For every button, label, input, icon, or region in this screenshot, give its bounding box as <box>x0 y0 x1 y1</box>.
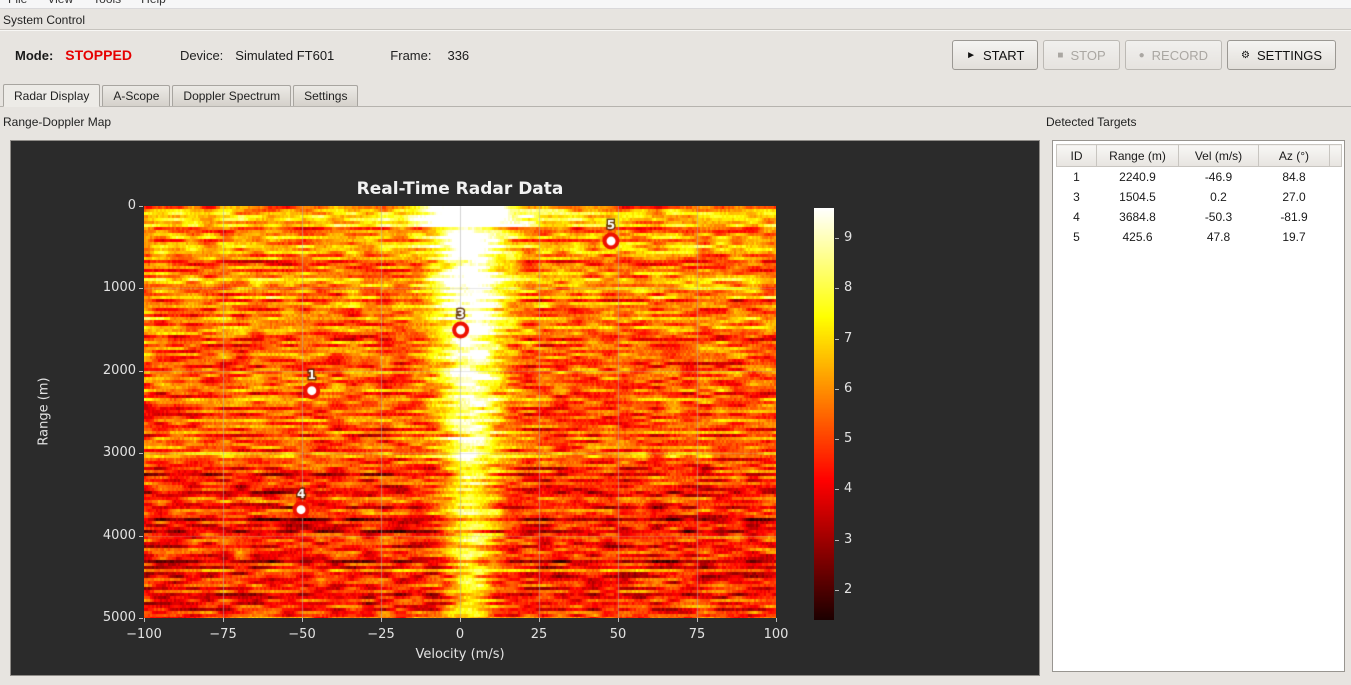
device-value: Simulated FT601 <box>235 47 335 63</box>
x-tick-label: −25 <box>367 627 395 642</box>
range-doppler-map-title: Range-Doppler Map <box>3 115 112 129</box>
menu-item-tools[interactable]: Tools <box>93 0 121 8</box>
x-tick-label: 75 <box>688 627 706 642</box>
colorbar-tick-label: 7 <box>844 330 853 346</box>
main-content: Real-Time Radar Data Velocity (m/s) Rang… <box>0 140 1351 676</box>
y-tick-mark <box>139 618 143 619</box>
tab-doppler-spectrum[interactable]: Doppler Spectrum <box>172 85 292 106</box>
menu-item-help[interactable]: Help <box>141 0 166 8</box>
colorbar-tick-label: 4 <box>844 481 853 497</box>
device-label: Device: <box>179 47 224 63</box>
detected-targets-table: ID Range (m) Vel (m/s) Az (°) 1 2240.9 -46… <box>1056 144 1342 247</box>
colorbar-tick-label: 6 <box>844 380 853 396</box>
mode-label: Mode: <box>15 47 54 63</box>
menu-item-view[interactable]: View <box>47 0 73 8</box>
colorbar-tick-mark <box>835 539 839 541</box>
tab-bar: Radar Display A-Scope Doppler Spectrum S… <box>0 79 1351 107</box>
range-doppler-heatmap <box>144 206 776 618</box>
system-control-group-title: System Control <box>3 13 86 27</box>
menu-bar: File View Tools Help <box>0 0 1351 9</box>
colorbar-tick-mark <box>835 589 839 591</box>
x-tick-mark <box>539 618 540 622</box>
colorbar-tick-mark <box>835 338 839 340</box>
y-tick-mark <box>139 288 143 290</box>
detected-targets-panel: ID Range (m) Vel (m/s) Az (°) 1 2240.9 -46… <box>1052 140 1345 672</box>
col-header-az[interactable]: Az (°) <box>1258 144 1330 167</box>
y-tick-mark <box>139 453 143 455</box>
x-tick-label: 0 <box>455 627 465 642</box>
frame-value: 336 <box>447 47 470 63</box>
mode-value: STOPPED <box>65 47 132 63</box>
x-tick-mark <box>460 618 461 622</box>
y-tick-label: 5000 <box>102 610 136 625</box>
col-header-id[interactable]: ID <box>1056 144 1097 167</box>
y-tick-label: 1000 <box>102 280 136 296</box>
system-control-toolbar: Mode: STOPPED Device: Simulated FT601 Fr… <box>0 31 1351 79</box>
x-tick-mark <box>144 618 145 622</box>
record-icon: ● <box>1138 49 1145 61</box>
targets-table-body: 1 2240.9 -46.9 84.8 3 1504.5 0.2 27.0 4 3684.8 -50… <box>1057 167 1342 247</box>
y-tick-mark <box>139 206 143 207</box>
table-row[interactable]: 5 425.6 47.8 19.7 <box>1057 227 1342 247</box>
table-row[interactable]: 3 1504.5 0.2 27.0 <box>1057 187 1342 207</box>
tab-a-scope[interactable]: A-Scope <box>102 85 171 106</box>
table-row[interactable]: 1 2240.9 -46.9 84.8 <box>1057 167 1342 187</box>
colorbar-tick-label: 8 <box>844 280 853 296</box>
y-tick-label: 4000 <box>102 527 136 543</box>
y-tick-mark <box>139 535 143 537</box>
colorbar-tick-mark <box>835 489 839 491</box>
settings-button[interactable]: ⚙ SETTINGS <box>1227 40 1336 70</box>
x-axis-label: Velocity (m/s) <box>415 647 505 662</box>
col-header-filler <box>1329 144 1342 167</box>
x-tick-label: 100 <box>763 627 789 642</box>
x-tick-label: 50 <box>609 627 627 642</box>
x-tick-mark <box>302 618 303 622</box>
stop-icon: ■ <box>1057 49 1064 61</box>
tab-radar-display[interactable]: Radar Display <box>3 84 101 107</box>
colorbar-tick-mark <box>835 439 839 441</box>
x-tick-label: −50 <box>288 627 316 642</box>
chart-title: Real-Time Radar Data <box>356 179 564 199</box>
start-button[interactable]: ► START <box>952 40 1039 70</box>
x-tick-label: −75 <box>209 627 237 642</box>
y-tick-label: 0 <box>127 198 136 213</box>
colorbar-tick-mark <box>835 388 839 390</box>
section-title-row: Range-Doppler Map Detected Targets <box>0 107 1351 140</box>
colorbar-tick-label: 3 <box>844 531 853 547</box>
record-button[interactable]: ● RECORD <box>1124 40 1223 70</box>
range-doppler-plot-panel: Real-Time Radar Data Velocity (m/s) Rang… <box>10 140 1040 676</box>
col-header-range[interactable]: Range (m) <box>1096 144 1179 167</box>
menu-item-file[interactable]: File <box>8 0 27 8</box>
colorbar-tick-mark <box>835 288 839 290</box>
play-icon: ► <box>966 49 976 61</box>
colorbar-tick-mark <box>835 238 839 240</box>
gear-icon: ⚙ <box>1241 49 1250 61</box>
x-tick-mark <box>223 618 224 622</box>
y-tick-mark <box>139 370 143 372</box>
x-tick-label: −100 <box>126 627 162 642</box>
tab-settings[interactable]: Settings <box>293 85 359 106</box>
x-tick-mark <box>381 618 382 622</box>
y-axis-label: Range (m) <box>36 377 52 446</box>
x-tick-mark <box>697 618 698 622</box>
frame-label: Frame: <box>390 47 432 63</box>
x-tick-label: 25 <box>530 627 548 642</box>
x-tick-mark <box>618 618 619 622</box>
colorbar-tick-label: 9 <box>844 230 853 246</box>
colorbar <box>814 208 834 620</box>
x-tick-mark <box>776 618 777 622</box>
table-row[interactable]: 4 3684.8 -50.3 -81.9 <box>1057 207 1342 227</box>
col-header-vel[interactable]: Vel (m/s) <box>1178 144 1259 167</box>
colorbar-tick-label: 2 <box>844 581 853 597</box>
colorbar-tick-label: 5 <box>844 431 853 447</box>
detected-targets-title: Detected Targets <box>1046 115 1137 129</box>
y-tick-label: 3000 <box>102 445 136 461</box>
y-tick-label: 2000 <box>102 362 136 378</box>
toolbar-buttons: ► START ■ STOP ● RECORD ⚙ SETTINGS <box>952 40 1336 70</box>
table-header-row: ID Range (m) Vel (m/s) Az (°) <box>1056 144 1342 167</box>
stop-button[interactable]: ■ STOP <box>1043 40 1120 70</box>
